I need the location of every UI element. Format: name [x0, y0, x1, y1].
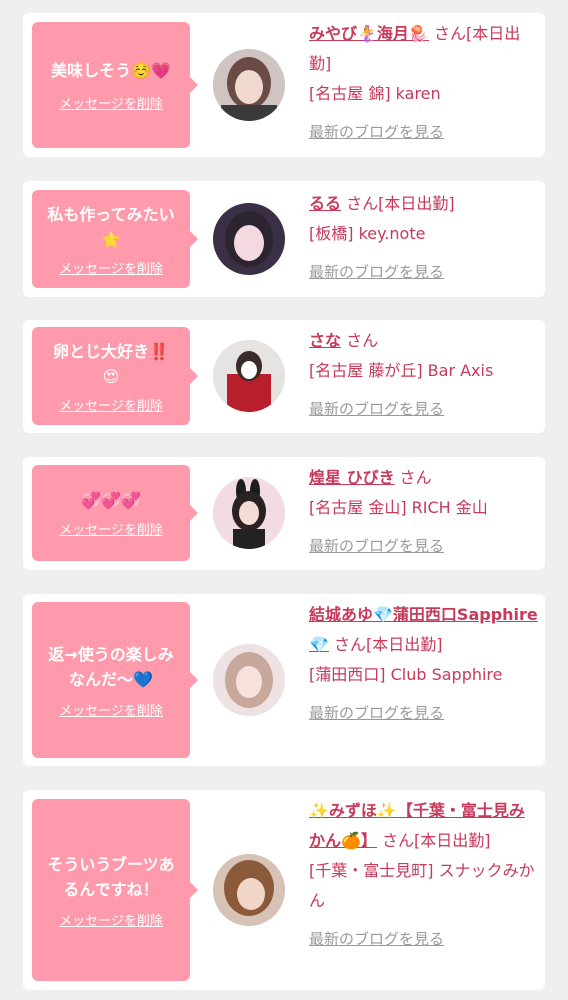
cast-name-link[interactable]: さな: [309, 331, 341, 350]
cast-name-link[interactable]: るる: [309, 194, 341, 213]
message-text: 返→使うの楽しみなんだ〜💙: [48, 644, 174, 689]
message-bubble: 返→使うの楽しみなんだ〜💙 メッセージを削除: [32, 602, 198, 758]
message-bubble: 💞💞💞 メッセージを削除: [32, 465, 198, 561]
shop-name: [板橋] key.note: [309, 224, 426, 243]
message-text: 卵とじ大好き‼️😍: [53, 341, 169, 386]
avatar[interactable]: [213, 49, 285, 121]
avatar[interactable]: [213, 340, 285, 412]
avatar[interactable]: [213, 854, 285, 926]
latest-blog-link[interactable]: 最新のブログを見る: [309, 924, 539, 954]
cast-info: みやび🧜‍♀️海月🪼 さん[本日出勤] [名古屋 錦] karen 最新のブログ…: [309, 19, 539, 147]
cast-info: さな さん [名古屋 藤が丘] Bar Axis 最新のブログを見る: [309, 326, 539, 424]
avatar[interactable]: [213, 203, 285, 275]
message-text: 美味しそう☺️💗: [51, 61, 171, 80]
latest-blog-link[interactable]: 最新のブログを見る: [309, 257, 539, 287]
cast-info: 煌星 ひびき さん [名古屋 金山] RICH 金山 最新のブログを見る: [309, 463, 539, 561]
shop-name: [名古屋 錦] karen: [309, 84, 441, 103]
message-card: 美味しそう☺️💗 メッセージを削除 みやび🧜‍♀️海月🪼 さん[本日出勤] [名…: [23, 13, 545, 157]
cast-info: るる さん[本日出勤] [板橋] key.note 最新のブログを見る: [309, 189, 539, 287]
delete-message-link[interactable]: メッセージを削除: [59, 519, 163, 538]
cast-suffix: さん[本日出勤]: [334, 635, 443, 654]
shop-name: [蒲田西口] Club Sapphire: [309, 665, 503, 684]
cast-info: 結城あゆ💎蒲田西口Sapphire💎 さん[本日出勤] [蒲田西口] Club …: [309, 600, 539, 728]
cast-suffix: さん[本日出勤]: [346, 194, 455, 213]
message-text: そういうブーツあるんですね！: [47, 854, 175, 899]
avatar[interactable]: [213, 477, 285, 549]
cast-name-link[interactable]: みやび🧜‍♀️海月🪼: [309, 24, 429, 43]
message-card: そういうブーツあるんですね！ メッセージを削除 ✨みずほ✨【千葉・富士見みかん🍊…: [23, 790, 545, 990]
latest-blog-link[interactable]: 最新のブログを見る: [309, 698, 539, 728]
delete-message-link[interactable]: メッセージを削除: [59, 258, 163, 277]
message-bubble: 美味しそう☺️💗 メッセージを削除: [32, 22, 198, 148]
cast-suffix: さん: [346, 331, 379, 350]
message-card: 返→使うの楽しみなんだ〜💙 メッセージを削除 結城あゆ💎蒲田西口Sapphire…: [23, 594, 545, 766]
latest-blog-link[interactable]: 最新のブログを見る: [309, 117, 539, 147]
cast-suffix: さん: [399, 468, 432, 487]
latest-blog-link[interactable]: 最新のブログを見る: [309, 394, 539, 424]
message-bubble: そういうブーツあるんですね！ メッセージを削除: [32, 799, 198, 981]
message-bubble: 私も作ってみたい⭐️ メッセージを削除: [32, 190, 198, 288]
message-card: 💞💞💞 メッセージを削除 煌星 ひびき さん [名古屋 金山] RICH 金山 …: [23, 457, 545, 570]
message-card: 私も作ってみたい⭐️ メッセージを削除 るる さん[本日出勤] [板橋] key…: [23, 181, 545, 297]
cast-suffix: さん[本日出勤]: [382, 831, 491, 850]
delete-message-link[interactable]: メッセージを削除: [59, 395, 163, 414]
shop-name: [名古屋 藤が丘] Bar Axis: [309, 361, 494, 380]
shop-name: [千葉・富士見町] スナックみかん: [309, 861, 535, 910]
cast-name-link[interactable]: 煌星 ひびき: [309, 468, 395, 487]
latest-blog-link[interactable]: 最新のブログを見る: [309, 531, 539, 561]
delete-message-link[interactable]: メッセージを削除: [59, 910, 163, 929]
message-text: 私も作ってみたい⭐️: [47, 204, 175, 249]
avatar[interactable]: [213, 644, 285, 716]
message-bubble: 卵とじ大好き‼️😍 メッセージを削除: [32, 327, 198, 425]
delete-message-link[interactable]: メッセージを削除: [59, 700, 163, 719]
delete-message-link[interactable]: メッセージを削除: [59, 93, 163, 112]
cast-info: ✨みずほ✨【千葉・富士見みかん🍊】 さん[本日出勤] [千葉・富士見町] スナッ…: [309, 796, 539, 954]
message-text: 💞💞💞: [81, 491, 141, 510]
shop-name: [名古屋 金山] RICH 金山: [309, 498, 488, 517]
message-card: 卵とじ大好き‼️😍 メッセージを削除 さな さん [名古屋 藤が丘] Bar A…: [23, 320, 545, 433]
